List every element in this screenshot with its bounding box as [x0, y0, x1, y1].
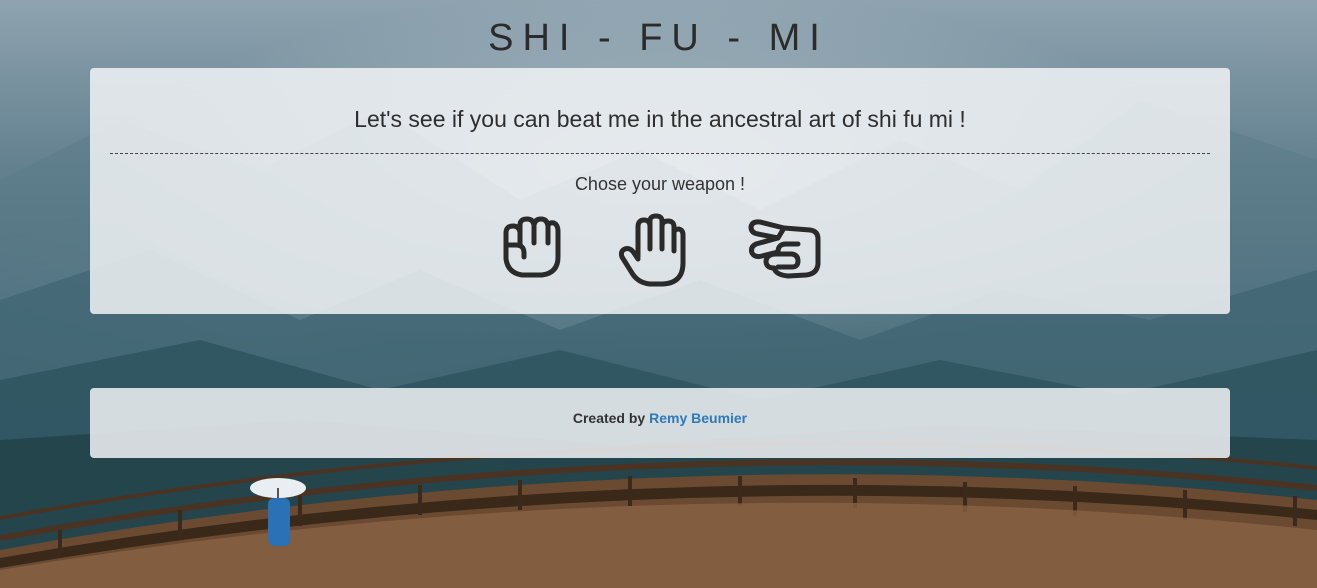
- dashed-divider: [110, 153, 1210, 154]
- paper-button[interactable]: [618, 213, 686, 287]
- author-link[interactable]: Remy Beumier: [649, 410, 747, 426]
- rock-button[interactable]: [498, 211, 562, 281]
- footer-panel: Created by Remy Beumier: [90, 388, 1230, 458]
- bridge-illustration: [0, 441, 1317, 588]
- scissors-hand-icon: [748, 219, 821, 279]
- scissors-button[interactable]: [748, 216, 822, 282]
- intro-text: Let's see if you can beat me in the ance…: [354, 106, 966, 132]
- fist-icon: [503, 216, 561, 278]
- page-title: SHI - FU - MI: [488, 17, 829, 59]
- open-hand-icon: [618, 213, 686, 287]
- weapon-prompt: Chose your weapon !: [574, 174, 746, 194]
- credit-line: Created by Remy Beumier: [90, 410, 1230, 426]
- game-panel: Let's see if you can beat me in the ance…: [90, 68, 1230, 314]
- credit-prefix: Created by: [572, 410, 646, 426]
